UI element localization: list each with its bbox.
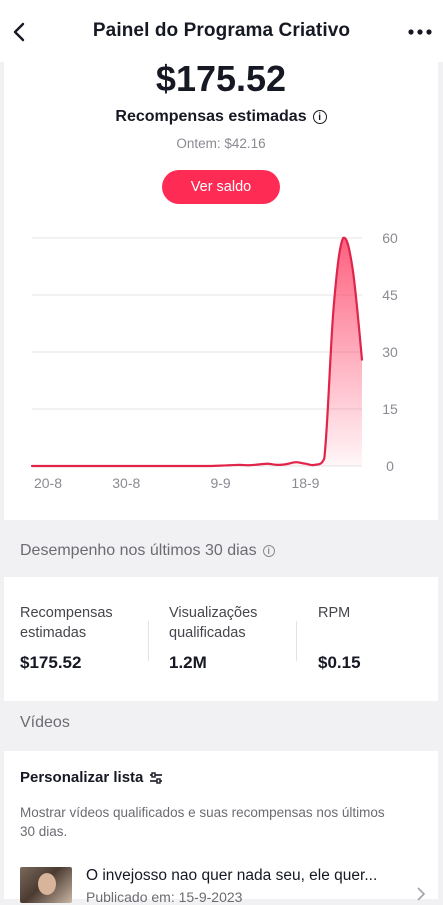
chart-y-axis: 0 15 30 45 60 [382,230,398,474]
stat-divider [296,621,297,661]
videos-section-header: Vídeos [20,714,70,732]
rewards-amount: $175.52 [155,58,287,99]
estimated-rewards-row: Recompensas estimadas i [4,108,438,126]
videos-card: Personalizar lista Mostrar vídeos qualif… [4,751,438,905]
stat-value: 1.2M [169,653,207,672]
x-tick-label: 9-9 [210,475,230,491]
video-list-item[interactable]: O invejosso nao quer nada seu, ele quer.… [20,865,430,905]
performance-section-header: Desempenho nos últimos 30 dias i [20,542,275,560]
estimated-rewards-label: Recompensas estimadas [115,108,307,125]
rewards-chart: 0 15 30 45 60 20-8 30-8 9-9 18-9 [30,230,398,491]
filter-sliders-icon [150,771,163,784]
x-tick-label: 18-9 [291,475,319,491]
y-tick-label: 45 [382,287,398,303]
video-thumbnail [20,867,72,903]
chart-x-axis: 20-8 30-8 9-9 18-9 [34,475,320,491]
yesterday-rewards: Ontem: $42.16 [176,136,266,151]
videos-section-title: Vídeos [20,714,70,731]
x-tick-label: 20-8 [34,475,62,491]
performance-section-title: Desempenho nos últimos 30 dias [20,542,257,559]
stat-value: $175.52 [20,653,82,672]
list-description: Mostrar vídeos qualificados e suas recom… [20,805,385,839]
page-title: Painel do Programa Criativo [92,20,351,41]
video-title: O invejosso nao quer nada seu, ele quer.… [86,867,378,884]
y-tick-label: 60 [382,230,398,246]
y-tick-label: 0 [386,458,394,474]
customize-list-button[interactable]: Personalizar lista [20,769,163,786]
top-bar: Painel do Programa Criativo [0,0,443,62]
y-tick-label: 15 [382,401,398,417]
chart-gridlines [32,237,362,467]
stat-qualified-views: Visualizações qualificadas [169,603,257,643]
more-options-icon[interactable] [405,20,435,44]
view-balance-button[interactable]: Ver saldo [162,170,280,204]
y-tick-label: 30 [382,344,398,360]
rewards-summary-card: $175.52 Recompensas estimadas i Ontem: $… [4,58,438,520]
back-arrow-icon[interactable] [8,20,32,44]
stat-label: Recompensas estimadas [20,605,113,641]
info-icon[interactable]: i [262,545,275,557]
stat-value: $0.15 [318,653,361,672]
stat-estimated-rewards: Recompensas estimadas [20,603,113,643]
stat-label: Visualizações qualificadas [169,605,258,641]
x-tick-label: 30-8 [112,475,140,491]
customize-list-label: Personalizar lista [20,769,144,786]
info-icon[interactable]: i [312,110,327,124]
stat-divider [148,621,149,661]
stat-label: RPM [318,605,351,621]
video-publish-date: Publicado em: 15-9-2023 [86,889,243,905]
stat-rpm: RPM [318,603,350,623]
performance-stats-card: Recompensas estimadas $175.52 Visualizaç… [4,577,438,701]
